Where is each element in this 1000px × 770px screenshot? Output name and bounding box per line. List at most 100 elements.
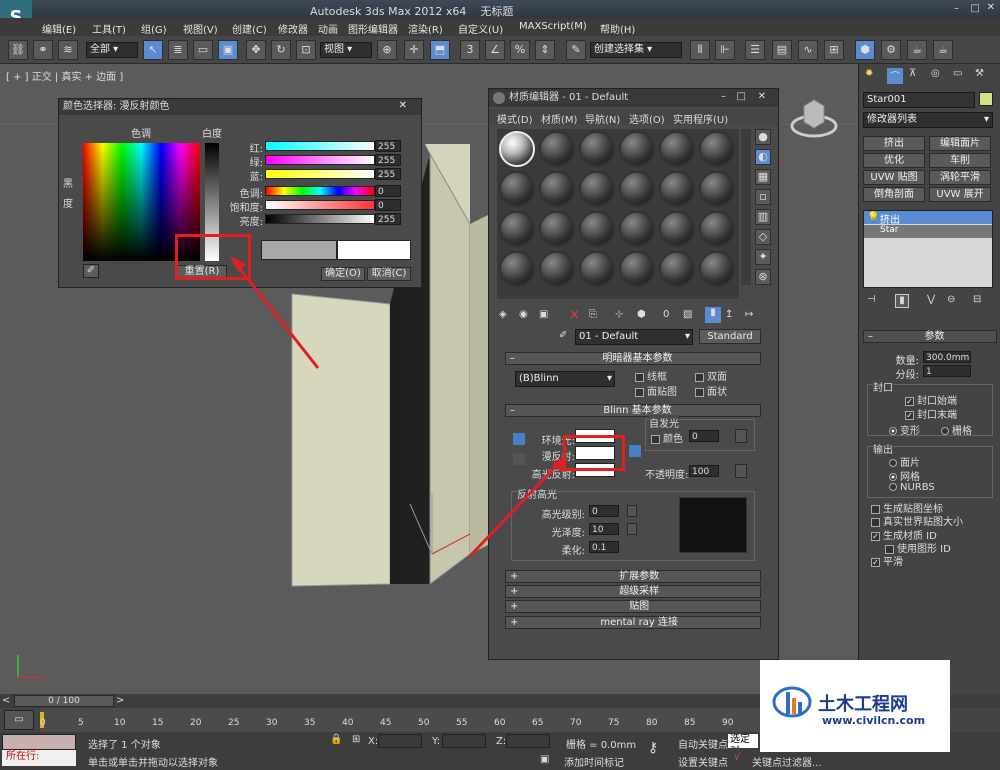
minimize-icon[interactable]: –: [954, 3, 964, 15]
keyboard-shortcut-icon[interactable]: ⬒: [430, 40, 450, 60]
lock-specular-icon[interactable]: [513, 453, 525, 465]
link-icon[interactable]: ⛓: [8, 40, 28, 60]
viewport-label[interactable]: [ + ] 正交 | 真实 + 边面 ]: [6, 68, 123, 83]
sample-slot[interactable]: [539, 211, 575, 247]
menu-edit[interactable]: 编辑(E): [42, 21, 76, 36]
sample-slot[interactable]: [539, 131, 575, 167]
lock-ambient-icon[interactable]: [513, 433, 525, 445]
segments-value[interactable]: 1: [923, 365, 971, 377]
menu-material[interactable]: 材质(M): [541, 111, 577, 126]
cap-start-checkbox[interactable]: ✓ 封口始端: [905, 392, 957, 407]
go-forward-icon[interactable]: ↦: [745, 309, 753, 320]
motion-tab-icon[interactable]: ◎: [931, 68, 940, 79]
shader-dropdown[interactable]: (B)Blinn ▾: [515, 371, 615, 387]
spinner-snap-icon[interactable]: ⇕: [535, 40, 555, 60]
prev-frame-icon[interactable]: <: [2, 695, 10, 706]
sample-slot[interactable]: [579, 131, 615, 167]
close-icon[interactable]: ✕: [399, 100, 407, 111]
sample-slot[interactable]: [659, 211, 695, 247]
menu-group[interactable]: 组(G): [141, 21, 167, 36]
bind-space-warp-icon[interactable]: ≋: [58, 40, 78, 60]
value-slider[interactable]: [265, 214, 375, 224]
assign-material-icon[interactable]: ▣: [539, 309, 548, 320]
saturation-slider[interactable]: [265, 200, 375, 210]
stack-item-star[interactable]: Star: [864, 225, 992, 238]
extended-params-rollup[interactable]: + 扩展参数: [505, 570, 761, 583]
remove-modifier-icon[interactable]: ⊖: [947, 294, 955, 305]
sample-slot[interactable]: [499, 211, 535, 247]
menu-options[interactable]: 选项(O): [629, 111, 665, 126]
faceted-checkbox[interactable]: 面状: [695, 383, 727, 398]
self-illum-color-checkbox[interactable]: 颜色: [651, 430, 683, 445]
sample-slot[interactable]: [699, 171, 735, 207]
unlink-icon[interactable]: ⚭: [33, 40, 53, 60]
spec-level-value[interactable]: 0: [589, 505, 619, 517]
make-preview-icon[interactable]: ◇: [755, 229, 771, 245]
layer-manager-icon[interactable]: ☰: [745, 40, 765, 60]
sample-slot[interactable]: [619, 171, 655, 207]
sample-slot[interactable]: [659, 131, 695, 167]
track-bar[interactable]: 0 5 10 15 20 25 30 35 40 45 50 55 60 65 …: [40, 708, 770, 732]
sample-slot[interactable]: [699, 211, 735, 247]
edit-named-selection-icon[interactable]: ✎: [566, 40, 586, 60]
hierarchy-tab-icon[interactable]: ⊼: [909, 68, 916, 79]
cancel-button[interactable]: 取消(C): [367, 267, 411, 281]
edit-patch-button[interactable]: 编辑面片: [929, 136, 991, 151]
extrude-button[interactable]: 挤出: [863, 136, 925, 151]
rotate-icon[interactable]: ↻: [271, 40, 291, 60]
lock-selection-icon[interactable]: 🔒: [330, 734, 342, 745]
move-icon[interactable]: ✥: [246, 40, 266, 60]
lathe-button[interactable]: 车削: [929, 153, 991, 168]
saturation-value[interactable]: 0: [375, 199, 401, 211]
optimize-button[interactable]: 优化: [863, 153, 925, 168]
object-color-swatch[interactable]: [979, 92, 993, 106]
options-icon[interactable]: ✦: [755, 249, 771, 265]
close-icon[interactable]: ✕: [758, 91, 766, 102]
face-map-checkbox[interactable]: 面贴图: [635, 383, 677, 398]
sample-slot[interactable]: [579, 211, 615, 247]
select-by-name-icon[interactable]: ≣: [168, 40, 188, 60]
bulb-icon[interactable]: 💡: [867, 212, 879, 223]
pin-stack-icon[interactable]: ⊣: [867, 294, 876, 305]
menu-utilities[interactable]: 实用程序(U): [673, 111, 728, 126]
menu-create[interactable]: 创建(C): [232, 21, 267, 36]
selection-filter-dropdown[interactable]: 全部 ▾: [86, 42, 138, 58]
menu-help[interactable]: 帮助(H): [600, 21, 635, 36]
backlight-icon[interactable]: ◐: [755, 149, 771, 165]
set-key-label[interactable]: 设置关键点: [678, 754, 728, 769]
bevel-profile-button[interactable]: 倒角剖面: [863, 187, 925, 202]
pivot-icon[interactable]: ⊕: [377, 40, 397, 60]
sample-slot[interactable]: [659, 171, 695, 207]
next-frame-icon[interactable]: >: [116, 695, 124, 706]
material-type-button[interactable]: Standard: [699, 329, 761, 344]
red-slider[interactable]: [265, 141, 375, 151]
minimize-icon[interactable]: –: [721, 91, 726, 102]
scale-icon[interactable]: ⊡: [296, 40, 316, 60]
menu-rendering[interactable]: 渲染(R): [408, 21, 443, 36]
key-filters[interactable]: 关键点过滤器...: [752, 754, 822, 769]
self-illum-map-button[interactable]: [735, 429, 747, 443]
go-to-parent-icon[interactable]: ↥: [725, 309, 733, 320]
sample-slot[interactable]: [579, 251, 615, 287]
auto-key-label[interactable]: 自动关键点: [678, 736, 728, 751]
z-coordinate-field[interactable]: [506, 734, 550, 748]
green-value[interactable]: 255: [375, 154, 401, 166]
opacity-map-button[interactable]: [735, 464, 747, 478]
sample-hscrollbar[interactable]: [497, 291, 739, 299]
maps-rollup[interactable]: + 贴图: [505, 600, 761, 613]
reference-coord-dropdown[interactable]: 视图 ▾: [320, 42, 372, 58]
modifier-list-dropdown[interactable]: 修改器列表 ▾: [863, 112, 993, 128]
self-illum-value[interactable]: 0: [689, 430, 719, 442]
create-tab-icon[interactable]: ✹: [865, 68, 873, 79]
video-color-icon[interactable]: ▥: [755, 209, 771, 225]
x-coordinate-field[interactable]: [378, 734, 422, 748]
blue-slider[interactable]: [265, 169, 375, 179]
angle-snap-icon[interactable]: ∠: [485, 40, 505, 60]
diffuse-map-button[interactable]: [629, 445, 641, 457]
maximize-icon[interactable]: □: [971, 3, 980, 14]
sample-slot[interactable]: [579, 171, 615, 207]
maxscript-listener[interactable]: [2, 734, 76, 750]
mental-ray-rollup[interactable]: + mental ray 连接: [505, 616, 761, 629]
reset-map-icon[interactable]: ✕: [569, 308, 580, 323]
percent-snap-icon[interactable]: %: [510, 40, 530, 60]
